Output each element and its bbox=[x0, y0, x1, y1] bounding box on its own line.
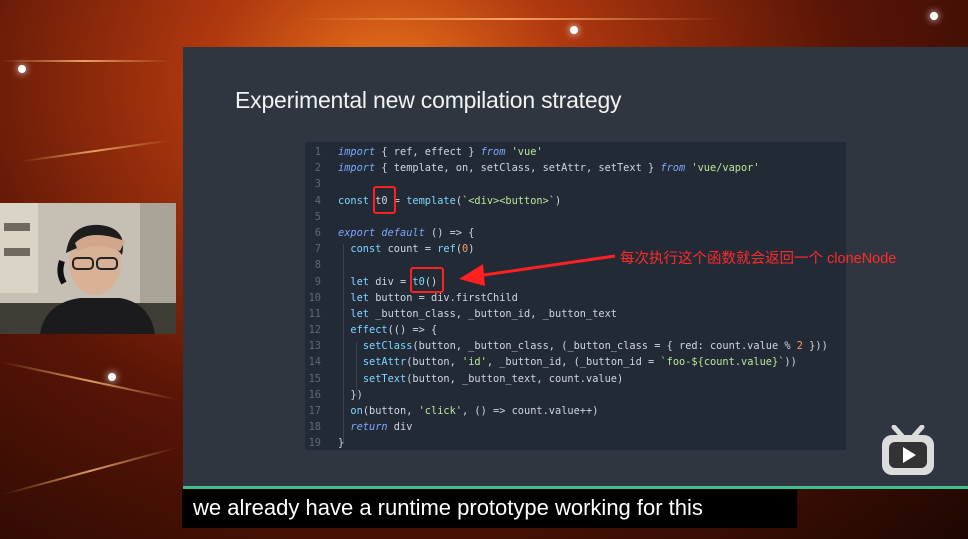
line-number: 3 bbox=[314, 178, 321, 191]
code-text: setAttr(button, 'id', _button_id, (_butt… bbox=[362, 356, 797, 369]
code-text: on(button, 'click', () => count.value++) bbox=[350, 405, 599, 417]
code-line: 6 export default () => { bbox=[305, 225, 846, 241]
code-text: effect(() => { bbox=[350, 324, 438, 337]
code-line: 15 setText(button, _button_text, count.v… bbox=[305, 371, 846, 387]
line-number: 8 bbox=[314, 259, 321, 272]
line-number: 17 bbox=[308, 405, 321, 417]
code-line: 10 let button = div.firstChild bbox=[305, 290, 846, 306]
code-text: return div bbox=[350, 421, 413, 434]
code-text: import { ref, effect } from 'vue' bbox=[338, 146, 543, 158]
line-number: 12 bbox=[308, 324, 321, 337]
line-number: 4 bbox=[314, 194, 321, 207]
background-spark bbox=[18, 65, 26, 73]
code-line: 16 }) bbox=[305, 387, 846, 403]
line-number: 19 bbox=[308, 437, 321, 450]
background-streak bbox=[1, 361, 179, 401]
highlight-box-t0-declaration bbox=[373, 186, 396, 214]
code-text: import { template, on, setClass, setAttr… bbox=[338, 162, 760, 175]
webcam-overlay bbox=[0, 203, 176, 334]
line-number: 13 bbox=[308, 340, 321, 353]
annotation-text: 每次执行这个函数就会返回一个 cloneNode bbox=[620, 251, 897, 267]
code-line: 2 import { template, on, setClass, setAtt… bbox=[305, 160, 846, 176]
line-number: 11 bbox=[308, 307, 321, 320]
background-spark bbox=[930, 12, 938, 20]
code-text: const t0 = template(`<div><button>`) bbox=[338, 194, 562, 207]
code-line: 11 let _button_class, _button_id, _butto… bbox=[305, 306, 846, 322]
code-text: const count = ref(0) bbox=[350, 243, 475, 256]
background-spark bbox=[108, 373, 116, 381]
line-number: 16 bbox=[308, 388, 321, 401]
code-line: 13 setClass(button, _button_class, (_but… bbox=[305, 338, 846, 354]
code-text: setText(button, _button_text, count.valu… bbox=[362, 372, 624, 385]
line-number: 6 bbox=[314, 226, 321, 239]
background-streak bbox=[0, 60, 170, 62]
code-line: 1 import { ref, effect } from 'vue' bbox=[305, 144, 846, 160]
background-spark bbox=[570, 26, 578, 34]
code-line: 18 return div bbox=[305, 419, 846, 435]
code-line: 17 on(button, 'click', () => count.value… bbox=[305, 403, 846, 419]
line-number: 18 bbox=[308, 421, 321, 434]
slide-title: Experimental new compilation strategy bbox=[235, 87, 622, 113]
background-streak bbox=[300, 18, 720, 20]
line-number: 14 bbox=[308, 356, 321, 369]
line-number: 5 bbox=[314, 210, 321, 223]
code-line: 14 setAttr(button, 'id', _button_id, (_b… bbox=[305, 354, 846, 370]
highlight-box-t0-call bbox=[410, 267, 444, 293]
code-text: setClass(button, _button_class, (_button… bbox=[362, 340, 828, 353]
line-number: 10 bbox=[308, 291, 321, 304]
line-number: 1 bbox=[314, 146, 321, 158]
bilibili-tv-icon bbox=[882, 425, 934, 475]
code-text: let _button_class, _button_id, _button_t… bbox=[350, 307, 617, 320]
code-line: 12 effect(() => { bbox=[305, 322, 846, 338]
line-number: 15 bbox=[308, 372, 321, 385]
code-text: }) bbox=[338, 388, 363, 401]
line-number: 2 bbox=[314, 162, 321, 175]
presenter-video bbox=[0, 203, 176, 334]
background-streak bbox=[2, 446, 178, 496]
background-streak bbox=[20, 139, 170, 163]
code-line: 19} bbox=[305, 435, 846, 451]
line-number: 7 bbox=[314, 243, 321, 256]
video-subtitle: we already have a runtime prototype work… bbox=[193, 495, 703, 520]
line-number: 9 bbox=[314, 275, 321, 288]
annotation-arrow bbox=[459, 254, 616, 286]
code-text: } bbox=[338, 437, 345, 450]
code-text: export default () => { bbox=[338, 226, 475, 239]
